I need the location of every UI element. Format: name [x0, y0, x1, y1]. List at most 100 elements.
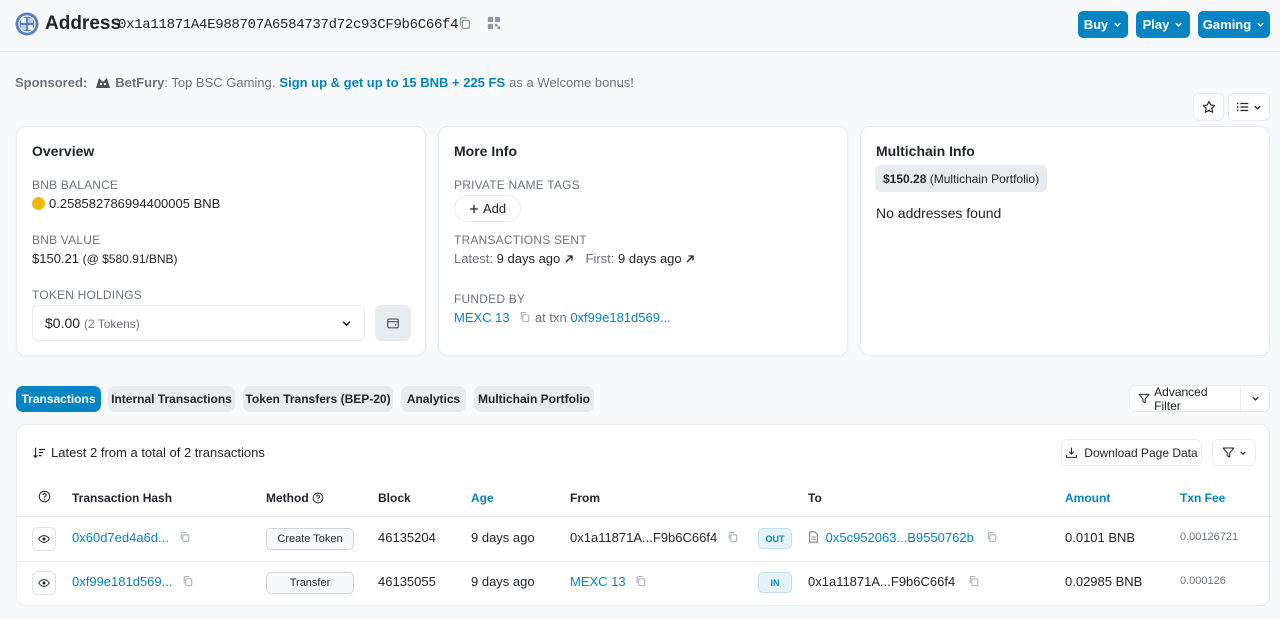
copy-icon[interactable]: [519, 311, 531, 323]
age-cell: 9 days ago: [471, 530, 535, 545]
token-holdings-dropdown[interactable]: $0.00 (2 Tokens): [32, 305, 365, 341]
copy-icon[interactable]: [182, 575, 194, 587]
transactions-summary-text: Latest 2 from a total of 2 transactions: [51, 445, 265, 460]
sponsored-banner: Sponsored: BetFury: Top BSC Gaming. Sign…: [15, 75, 634, 90]
copy-icon[interactable]: [635, 575, 647, 587]
play-button-label: Play: [1142, 17, 1170, 32]
chevron-down-icon: [1251, 396, 1259, 401]
arrow-up-right-icon[interactable]: [564, 254, 574, 264]
advanced-filter-main[interactable]: Advanced Filter: [1130, 384, 1241, 413]
funded-by-row: MEXC 13 at txn 0xf99e181d569...: [454, 310, 671, 325]
token-holdings-count: (2 Tokens): [83, 317, 140, 331]
copy-icon[interactable]: [968, 575, 980, 587]
copy-icon[interactable]: [986, 531, 998, 543]
bnb-coin-icon: [32, 197, 45, 210]
eye-icon: [38, 535, 50, 543]
to-address-link[interactable]: 0x5c952063...B9550762b: [826, 530, 974, 545]
chevron-down-icon: [1175, 22, 1183, 27]
tab-internal-transactions[interactable]: Internal Transactions: [108, 386, 235, 412]
from-cell: 0x1a11871A...F9b6C66f4: [570, 530, 739, 545]
bnb-value-row: $150.21 (@ $580.91/BNB): [32, 251, 178, 266]
wallet-button[interactable]: [375, 305, 411, 341]
header-txn-fee[interactable]: Txn Fee: [1180, 491, 1225, 505]
arrow-up-right-icon[interactable]: [685, 254, 695, 264]
sponsor-name[interactable]: BetFury: [115, 75, 164, 90]
token-holdings-label: TOKEN HOLDINGS: [32, 288, 142, 302]
play-button[interactable]: Play: [1136, 11, 1190, 38]
more-info-card: More Info PRIVATE NAME TAGS Add TRANSACT…: [438, 126, 848, 356]
advanced-filter-toggle[interactable]: [1241, 394, 1269, 403]
tab-transactions[interactable]: Transactions: [16, 386, 101, 412]
multichain-portfolio-pill[interactable]: $150.28 (Multichain Portfolio): [875, 165, 1048, 192]
advanced-filter-label: Advanced Filter: [1154, 384, 1208, 413]
bnb-balance-value: 0.258582786994400005 BNB: [49, 196, 221, 211]
header-age[interactable]: Age: [471, 491, 494, 505]
from-address-link[interactable]: MEXC 13: [570, 574, 626, 589]
tab-analytics[interactable]: Analytics: [401, 386, 466, 412]
block-link[interactable]: 46135204: [378, 530, 436, 545]
more-options-button[interactable]: [1228, 93, 1270, 121]
favorite-button[interactable]: [1193, 93, 1224, 121]
bnb-balance-label: BNB BALANCE: [32, 178, 119, 192]
at-txn-label: at txn: [534, 310, 567, 325]
txn-fee-cell: 0.00126721: [1180, 531, 1239, 543]
plus-icon: [470, 204, 478, 213]
tx-hash-link[interactable]: 0x60d7ed4a6d...: [72, 530, 169, 545]
age-cell: 9 days ago: [471, 574, 535, 589]
betfury-logo-icon: [95, 76, 111, 90]
transactions-sent-row: Latest: 9 days ago First: 9 days ago: [454, 251, 695, 266]
preview-button[interactable]: [32, 527, 56, 551]
sponsor-cta-link[interactable]: Sign up & get up to 15 BNB + 225 FS: [279, 75, 505, 90]
tab-multichain-portfolio[interactable]: Multichain Portfolio: [474, 386, 594, 412]
transactions-table-card: Latest 2 from a total of 2 transactions …: [16, 424, 1270, 606]
bnb-rate: (@ $580.91/BNB): [82, 252, 178, 266]
filter-dropdown-button[interactable]: [1212, 439, 1256, 466]
gaming-button[interactable]: Gaming: [1198, 11, 1270, 38]
header-amount[interactable]: Amount: [1065, 491, 1110, 505]
first-label: First:: [585, 251, 615, 266]
direction-badge-in: IN: [758, 572, 792, 593]
add-name-tag-button[interactable]: Add: [454, 195, 522, 222]
amount-cell: 0.0101 BNB: [1065, 530, 1136, 545]
copy-icon[interactable]: [179, 531, 191, 543]
header-method-label: Method: [266, 491, 309, 505]
copy-icon[interactable]: [458, 16, 474, 32]
filter-icon: [1138, 393, 1150, 404]
bnb-scan-logo-icon: [15, 12, 39, 36]
chevron-down-icon: [1114, 22, 1121, 27]
tx-hash-cell: 0x60d7ed4a6d...: [72, 530, 191, 545]
transactions-summary: Latest 2 from a total of 2 transactions: [32, 445, 265, 460]
download-page-data-button[interactable]: Download Page Data: [1061, 439, 1202, 466]
header-to: To: [808, 491, 822, 505]
preview-button[interactable]: [32, 571, 56, 595]
header-block: Block: [378, 491, 411, 505]
sponsor-suffix: as a Welcome bonus!: [509, 75, 634, 90]
to-address: 0x1a11871A...F9b6C66f4: [808, 574, 956, 589]
bnb-value-label: BNB VALUE: [32, 233, 101, 247]
more-info-title: More Info: [454, 143, 517, 159]
list-icon: [1236, 102, 1249, 112]
header-method: Method: [266, 491, 324, 505]
funded-by-link[interactable]: MEXC 13: [454, 310, 510, 325]
tab-token-transfers[interactable]: Token Transfers (BEP-20): [243, 386, 393, 412]
advanced-filter-button[interactable]: Advanced Filter: [1129, 384, 1270, 413]
buy-button[interactable]: Buy: [1078, 11, 1128, 38]
private-name-tags-label: PRIVATE NAME TAGS: [454, 178, 580, 192]
contract-icon: [809, 531, 818, 543]
first-tx-link[interactable]: 9 days ago: [618, 251, 682, 266]
multichain-info-card: Multichain Info $150.28 (Multichain Port…: [860, 126, 1270, 356]
qr-code-icon[interactable]: [487, 16, 503, 32]
direction-badge-out: OUT: [758, 528, 792, 549]
latest-tx-link[interactable]: 9 days ago: [497, 251, 561, 266]
table-row: 0x60d7ed4a6d... Create Token 46135204 9 …: [17, 517, 1269, 561]
eye-icon: [38, 579, 50, 587]
copy-icon[interactable]: [727, 531, 739, 543]
help-icon[interactable]: [38, 490, 51, 506]
from-address: 0x1a11871A...F9b6C66f4: [570, 530, 718, 545]
info-icon[interactable]: [312, 492, 324, 504]
funded-txn-link[interactable]: 0xf99e181d569...: [570, 310, 670, 325]
download-icon: [1066, 447, 1078, 458]
tx-hash-link[interactable]: 0xf99e181d569...: [72, 574, 172, 589]
sort-icon: [33, 447, 46, 458]
block-link[interactable]: 46135055: [378, 574, 436, 589]
